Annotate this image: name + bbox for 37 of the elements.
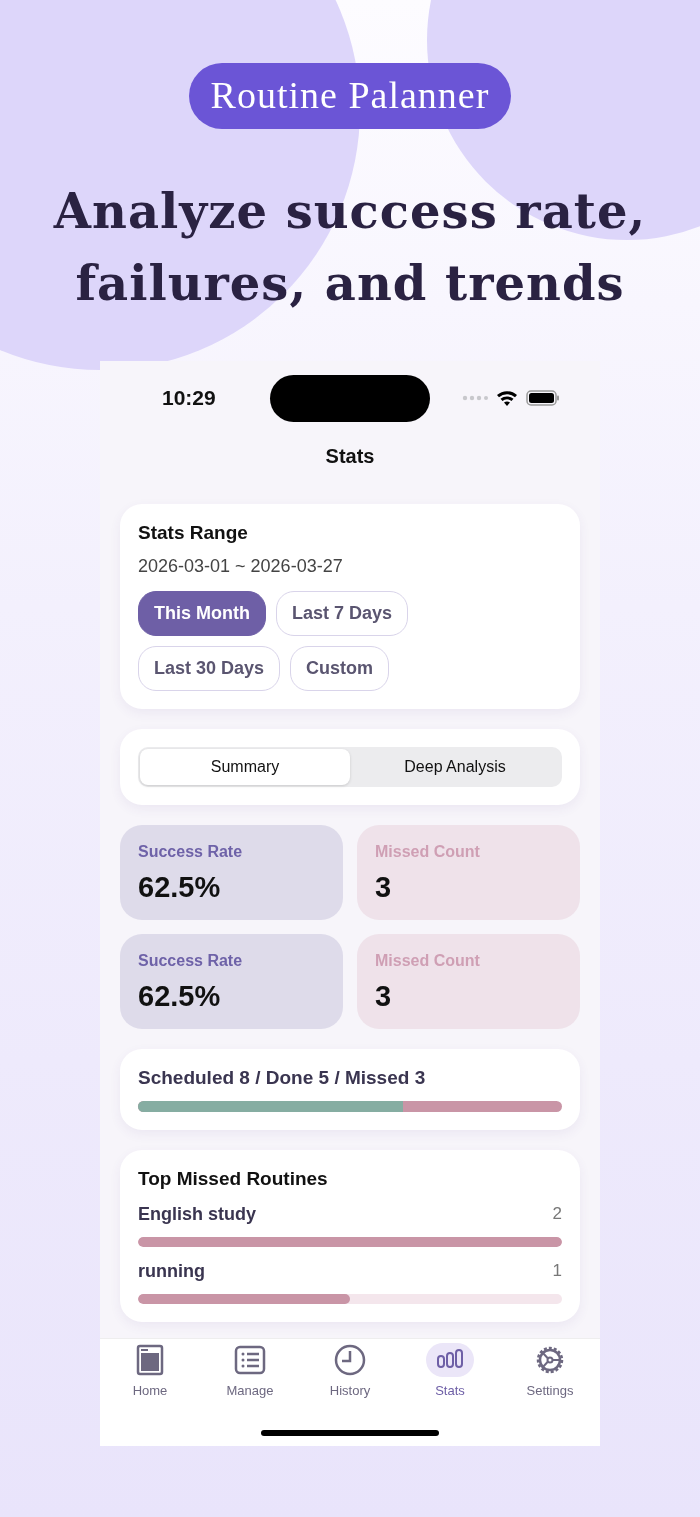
range-chip[interactable]: Last 30 Days [138, 646, 281, 691]
tab-bar-item[interactable]: Home [100, 1343, 200, 1398]
stat-value: 62.5% [138, 980, 222, 1013]
stat-label: Missed Count [375, 952, 481, 970]
card-title: Top Missed Routines [138, 1168, 329, 1190]
tab-bar-item[interactable]: Stats [400, 1343, 500, 1398]
tab-bar-item[interactable]: Manage [200, 1343, 300, 1398]
stat-value: 3 [375, 980, 393, 1013]
app-name-badge: Routine Palanner [188, 63, 512, 129]
screen-title: Stats [324, 445, 376, 468]
card-title: Stats Range [138, 522, 249, 544]
stat-label: Missed Count [375, 843, 481, 861]
signal-icon [462, 395, 488, 401]
missed-count: 1 [552, 1261, 562, 1282]
stat-value: 62.5% [138, 871, 222, 904]
headline-line: Analyze success rate, [53, 182, 647, 241]
headline-line: failures, and trends [74, 254, 626, 313]
date-range: 2026-03-01 ~ 2026-03-27 [138, 556, 344, 577]
stat-label: Success Rate [138, 952, 244, 970]
segment-tab[interactable]: Deep Analysis [350, 749, 560, 785]
range-chip[interactable]: Custom [290, 646, 390, 691]
tab-bar-item[interactable]: History [300, 1343, 400, 1398]
summary-text: Scheduled 8 / Done 5 / Missed 3 [138, 1067, 427, 1089]
routine-name: running [138, 1261, 205, 1282]
stat-label: Success Rate [138, 843, 244, 861]
stat-value: 3 [375, 871, 393, 904]
tab-bar-item[interactable]: Settings [500, 1343, 600, 1398]
segment-tab[interactable]: Summary [140, 749, 350, 785]
clock-icon [333, 1344, 367, 1376]
routine-name: English study [138, 1204, 256, 1225]
wifi-icon [496, 390, 518, 406]
missed-count: 2 [552, 1204, 562, 1225]
range-chip[interactable]: This Month [138, 591, 266, 636]
range-chip[interactable]: Last 7 Days [276, 591, 409, 636]
status-time: 10:29 [162, 386, 217, 410]
battery-icon [526, 390, 560, 406]
list-icon [233, 1344, 267, 1376]
